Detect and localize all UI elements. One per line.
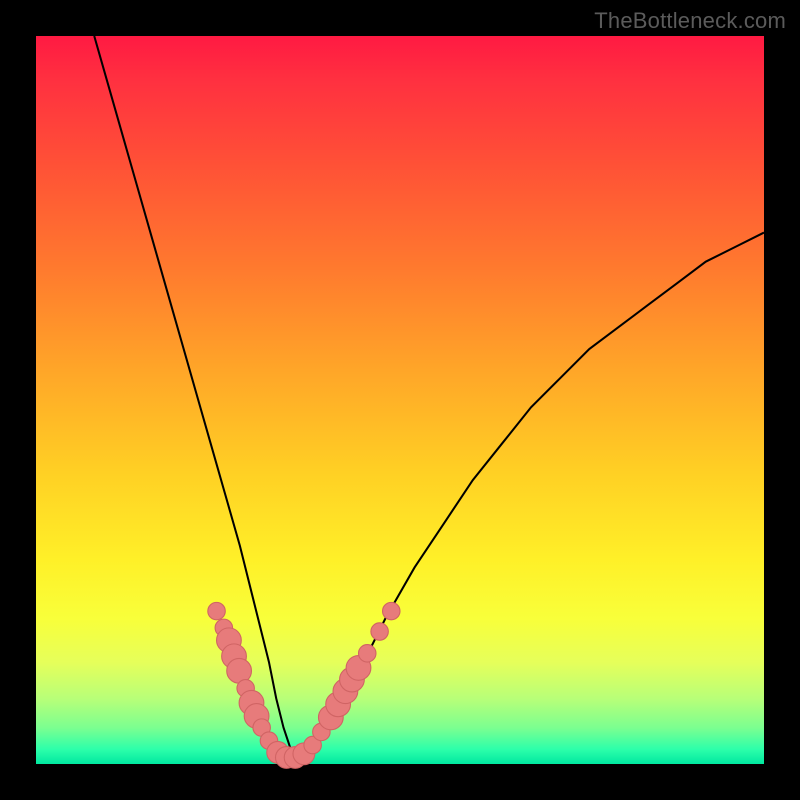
bottleneck-curve [94,36,764,757]
chart-overlay [36,36,764,764]
data-marker [383,602,400,619]
data-marker [208,602,225,619]
data-marker [359,645,376,662]
watermark-text: TheBottleneck.com [594,8,786,34]
data-marker [371,623,388,640]
chart-frame: TheBottleneck.com [0,0,800,800]
marker-group [208,602,400,768]
